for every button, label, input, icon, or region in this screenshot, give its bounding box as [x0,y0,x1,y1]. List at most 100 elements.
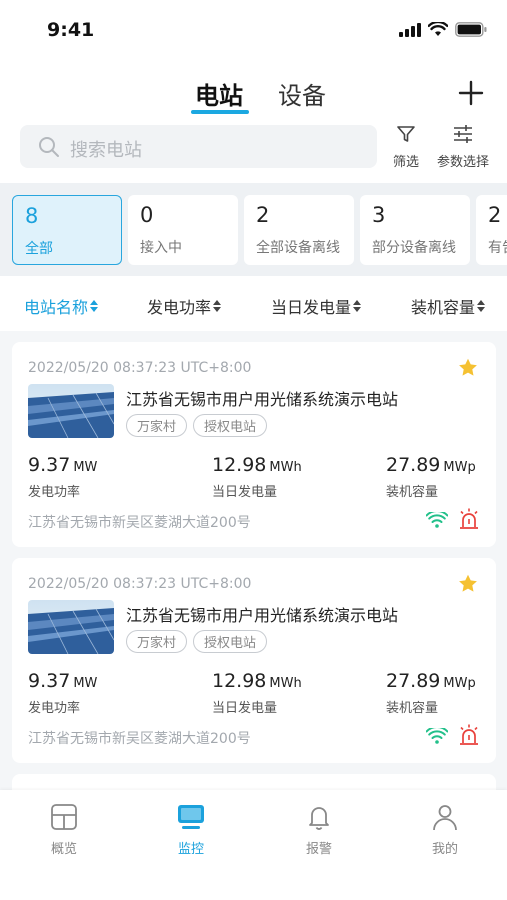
chip-count: 2 [488,203,502,227]
user-icon [433,805,457,831]
station-tag: 授权电站 [193,630,268,653]
filter-label: 筛选 [393,155,420,170]
alarm-icon [460,508,478,529]
chip-all[interactable]: 8 全部 [12,195,122,265]
station-tag: 万家村 [126,630,188,653]
station-name: 江苏省无锡市用户用光储系统演示电站 [126,390,399,409]
metric-value: 9.37 [28,454,71,476]
nav-label: 我的 [431,842,458,857]
nav-profile[interactable]: 我的 [405,802,485,857]
bottom-nav: 概览 监控 报警 我的 [0,790,507,900]
sort-station-name[interactable]: 电站名称 [24,294,99,318]
wifi-icon [426,512,448,528]
chip-count: 2 [256,203,270,227]
metric-unit: MW [73,676,98,691]
chip-label: 全部 [25,241,53,257]
station-address: 江苏省无锡市新吴区菱湖大道200号 [28,731,251,747]
metric-unit: MWp [443,460,476,475]
header-area: 9:41 电站 设备 搜索电站 筛选 参数选择 [0,0,507,183]
top-tabs: 电站 设备 [0,70,507,120]
metric-label: 当日发电量 [212,701,278,716]
station-address: 江苏省无锡市新吴区菱湖大道200号 [28,515,251,531]
metric-label: 装机容量 [386,701,439,716]
sliders-icon [454,125,472,143]
tab-stations[interactable]: 电站 [195,76,243,111]
nav-monitor[interactable]: 监控 [151,802,231,857]
metric-label: 当日发电量 [212,485,278,500]
search-placeholder: 搜索电站 [70,140,142,161]
metric-unit: MWh [269,460,302,475]
metric-value: 9.37 [28,670,71,692]
chip-label: 接入中 [140,240,182,256]
station-card[interactable]: 2022/05/20 08:37:23 UTC+8:00 江苏省无锡市用户用光储… [12,342,496,547]
sort-power[interactable]: 发电功率 [147,294,222,318]
metric-unit: MW [73,460,98,475]
params-label: 参数选择 [437,155,490,170]
sort-arrows-icon [213,300,222,312]
nav-overview[interactable]: 概览 [24,802,104,857]
metric-daily-energy: 12.98 MWh 当日发电量 [212,670,302,716]
sort-label: 电站名称 [24,298,89,317]
metric-power: 9.37 MW 发电功率 [28,454,97,500]
overview-icon [51,804,77,830]
nav-label: 监控 [177,842,204,857]
monitor-icon [178,805,204,829]
search-input[interactable]: 搜索电站 [20,125,377,168]
bell-icon [309,807,329,830]
star-icon[interactable] [458,574,478,593]
signal-icon [399,22,421,37]
sort-bar: 电站名称 发电功率 当日发电量 装机容量 [0,276,507,331]
metric-value: 27.89 [386,670,441,692]
nav-label: 概览 [50,842,77,857]
station-datetime: 2022/05/20 08:37:23 UTC+8:00 [28,576,252,592]
battery-icon [455,22,487,37]
sort-daily-energy[interactable]: 当日发电量 [271,294,362,318]
chip-count: 8 [25,204,39,228]
chip-all-offline[interactable]: 2 全部设备离线 [244,195,354,265]
sort-label: 发电功率 [147,298,212,317]
chip-partial-offline[interactable]: 3 部分设备离线 [360,195,470,265]
metric-unit: MWh [269,676,302,691]
add-icon[interactable] [456,78,486,108]
nav-label: 报警 [305,842,332,857]
sort-label: 当日发电量 [271,298,352,317]
sort-label: 装机容量 [411,298,476,317]
station-image [28,600,114,654]
nav-alarm[interactable]: 报警 [279,802,359,857]
chip-connecting[interactable]: 0 接入中 [128,195,238,265]
chip-label: 部分设备离线 [372,240,456,256]
status-icons [399,22,487,37]
sort-arrows-icon [477,300,486,312]
star-icon[interactable] [458,358,478,377]
chip-alarm[interactable]: 2 有告警 [476,195,507,265]
status-bar: 9:41 [0,0,507,60]
station-image [28,384,114,438]
metric-capacity: 27.89 MWp 装机容量 [386,454,476,500]
filter-icon [397,126,415,142]
metric-label: 发电功率 [28,485,81,500]
tab-devices[interactable]: 设备 [278,76,326,111]
metric-label: 装机容量 [386,485,439,500]
station-tags: 万家村 授权电站 [126,414,268,437]
tab-underline [191,110,249,114]
alarm-icon [460,724,478,745]
metric-unit: MWp [443,676,476,691]
station-card[interactable]: 2022/05/20 08:37:23 UTC+8:00 江苏省无锡市用户用光储… [12,558,496,763]
station-tag: 万家村 [126,414,188,437]
station-datetime: 2022/05/20 08:37:23 UTC+8:00 [28,360,252,376]
chip-label: 有告警 [488,240,507,256]
sort-capacity[interactable]: 装机容量 [411,294,486,318]
filter-button[interactable]: 筛选 [393,124,419,170]
sort-arrows-icon [90,300,99,312]
wifi-icon [426,728,448,744]
chip-count: 0 [140,203,154,227]
station-name: 江苏省无锡市用户用光储系统演示电站 [126,606,399,625]
metric-value: 27.89 [386,454,441,476]
sort-arrows-icon [353,300,362,312]
station-tags: 万家村 授权电站 [126,630,268,653]
metric-value: 12.98 [212,454,267,476]
metric-label: 发电功率 [28,701,81,716]
chip-count: 3 [372,203,386,227]
wifi-status-icon [428,22,448,36]
params-button[interactable]: 参数选择 [437,124,489,170]
